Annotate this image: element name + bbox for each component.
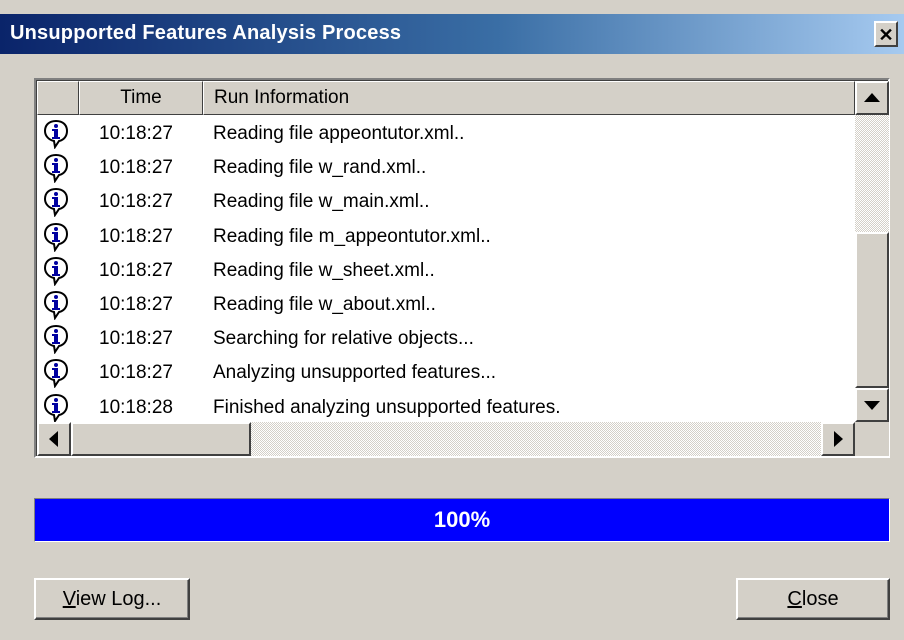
log-row-info: Finished analyzing unsupported features.: [213, 396, 561, 418]
run-log-list[interactable]: Time Run Information 10:18:27 Reading fil…: [34, 78, 890, 458]
log-row-info: Reading file appeontutor.xml..: [213, 123, 465, 144]
log-row[interactable]: 10:18:27 Analyzing unsupported features..…: [37, 356, 855, 390]
info-balloon-icon: [43, 358, 69, 389]
log-row-info: Reading file w_main.xml..: [213, 191, 430, 213]
close-button[interactable]: Close: [736, 578, 890, 620]
log-row-info: Analyzing unsupported features...: [213, 362, 497, 384]
window-title: Unsupported Features Analysis Process: [10, 22, 402, 44]
arrow-right-icon: [834, 431, 843, 447]
log-row[interactable]: 10:18:27 Reading file m_appeontutor.xml..: [37, 220, 855, 254]
scroll-left-button[interactable]: [37, 422, 71, 456]
log-row-time: 10:18:27: [99, 293, 173, 315]
scroll-down-button[interactable]: [855, 388, 889, 422]
close-label: lose: [801, 588, 839, 610]
scroll-right-button[interactable]: [821, 422, 855, 456]
vertical-scroll-thumb[interactable]: [855, 232, 889, 388]
info-balloon-icon: [43, 290, 69, 321]
log-row-time: 10:18:27: [99, 157, 173, 179]
progress-label: 100%: [433, 507, 491, 532]
scrollbar-corner: [855, 422, 889, 456]
info-balloon-icon: [43, 393, 69, 422]
horizontal-scrollbar[interactable]: [37, 422, 855, 456]
arrow-down-icon: [864, 401, 880, 410]
log-row-time: 10:18:27: [99, 259, 173, 281]
log-row-info: Reading file w_rand.xml..: [213, 157, 427, 179]
horizontal-scroll-thumb[interactable]: [71, 422, 251, 456]
title-bar: Unsupported Features Analysis Process ✕: [0, 14, 904, 54]
log-row-time: 10:18:27: [99, 191, 173, 213]
view-log-button[interactable]: View Log...: [34, 578, 190, 620]
log-row-time: 10:18:27: [99, 225, 173, 247]
info-balloon-icon: [43, 153, 69, 184]
log-row-info: Reading file w_about.xml..: [213, 293, 436, 315]
info-balloon-icon: [43, 119, 69, 150]
info-balloon-icon: [43, 187, 69, 219]
log-row[interactable]: 10:18:27 Reading file w_main.xml..: [37, 185, 855, 219]
scroll-up-button[interactable]: [855, 81, 889, 115]
vertical-scrollbar[interactable]: [855, 81, 889, 422]
log-row[interactable]: 10:18:27 Reading file appeontutor.xml..: [37, 117, 855, 151]
close-mnemonic: C: [787, 588, 802, 610]
log-row-time: 10:18:28: [99, 396, 173, 418]
column-header-run-information[interactable]: Run Information: [203, 81, 855, 115]
log-row-info: Reading file m_appeontutor.xml..: [213, 225, 491, 247]
view-log-mnemonic: V: [62, 588, 76, 610]
log-row[interactable]: 10:18:27 Reading file w_rand.xml..: [37, 151, 855, 185]
log-rows: 10:18:27 Reading file appeontutor.xml.. 10…: [37, 117, 855, 422]
arrow-left-icon: [49, 431, 58, 447]
log-row-info: Searching for relative objects...: [213, 328, 474, 350]
log-row[interactable]: 10:18:27 Reading file w_about.xml..: [37, 288, 855, 322]
column-header-time[interactable]: Time: [79, 81, 203, 115]
column-header-icon[interactable]: [37, 81, 79, 115]
log-row-time: 10:18:27: [99, 328, 173, 350]
log-row-time: 10:18:27: [99, 362, 173, 384]
close-window-button[interactable]: ✕: [874, 21, 898, 47]
close-icon: ✕: [878, 25, 894, 45]
log-row[interactable]: 10:18:28 Finished analyzing unsupported f…: [37, 391, 855, 422]
info-balloon-icon: [43, 222, 69, 253]
arrow-up-icon: [864, 93, 880, 102]
list-header: Time Run Information: [37, 81, 855, 115]
progress-bar: 100%: [34, 498, 890, 542]
info-balloon-icon: [43, 324, 69, 355]
log-row-time: 10:18:27: [99, 123, 173, 144]
info-balloon-icon: [43, 256, 69, 287]
log-row[interactable]: 10:18:27 Reading file w_sheet.xml..: [37, 254, 855, 288]
log-row-info: Reading file w_sheet.xml..: [213, 259, 435, 281]
log-row[interactable]: 10:18:27 Searching for relative objects..…: [37, 322, 855, 356]
view-log-label: iew Log...: [75, 588, 162, 610]
